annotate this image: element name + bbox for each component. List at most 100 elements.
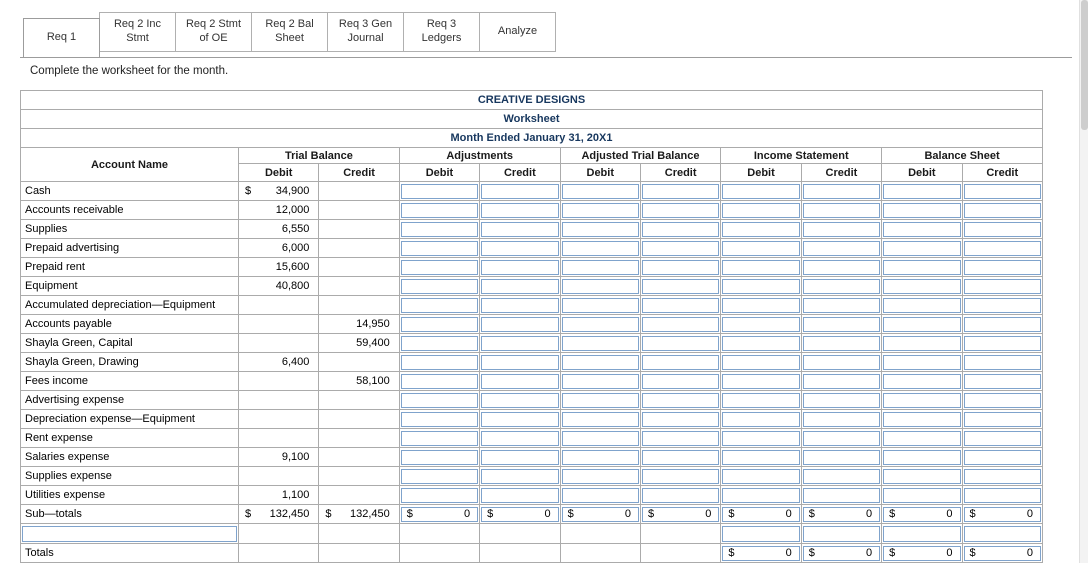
atb-credit-input[interactable]: [641, 449, 720, 465]
bs-credit-input[interactable]: [963, 202, 1041, 218]
scrollbar-thumb[interactable]: [1081, 0, 1088, 130]
is-debit-input[interactable]: $0: [722, 506, 800, 522]
atb-debit-input[interactable]: $0: [561, 506, 639, 522]
is-debit-input[interactable]: [722, 221, 800, 237]
bs-debit-input[interactable]: [883, 525, 961, 542]
adj-debit-input[interactable]: [400, 411, 479, 427]
atb-debit-input[interactable]: [561, 259, 639, 275]
atb-credit-input[interactable]: [641, 202, 720, 218]
atb-debit-input[interactable]: [561, 297, 639, 313]
atb-debit-input[interactable]: [561, 392, 639, 408]
atb-debit-input[interactable]: [561, 335, 639, 351]
bs-debit-input[interactable]: [883, 449, 961, 465]
bs-debit-input[interactable]: [883, 373, 961, 389]
adj-credit-input[interactable]: [481, 183, 559, 199]
bs-debit-input[interactable]: [883, 392, 961, 408]
atb-credit-input[interactable]: [641, 392, 720, 408]
atb-credit-input[interactable]: [641, 278, 720, 294]
bs-credit-input[interactable]: [963, 487, 1041, 503]
is-credit-input[interactable]: [802, 297, 881, 313]
is-debit-input[interactable]: [722, 259, 800, 275]
adj-credit-input[interactable]: [481, 278, 559, 294]
is-debit-input[interactable]: [722, 468, 800, 484]
is-credit-input[interactable]: [802, 202, 881, 218]
bs-credit-input[interactable]: [963, 259, 1041, 275]
is-credit-input[interactable]: [802, 259, 881, 275]
tab-req-2-inc-stmt[interactable]: Req 2 Inc Stmt: [99, 12, 176, 52]
is-credit-input[interactable]: [802, 392, 881, 408]
is-debit-input[interactable]: $0: [722, 545, 800, 561]
bs-debit-input[interactable]: [883, 240, 961, 256]
adj-debit-input[interactable]: [400, 392, 479, 408]
adj-credit-input[interactable]: [481, 259, 559, 275]
bs-credit-input[interactable]: [963, 354, 1041, 370]
atb-debit-input[interactable]: [561, 411, 639, 427]
is-debit-input[interactable]: [722, 202, 800, 218]
adj-debit-input[interactable]: [400, 259, 479, 275]
bs-credit-input[interactable]: $0: [963, 506, 1041, 522]
bs-credit-input[interactable]: [963, 392, 1041, 408]
adj-credit-input[interactable]: [481, 468, 559, 484]
adj-debit-input[interactable]: [400, 316, 479, 332]
atb-credit-input[interactable]: [641, 430, 720, 446]
atb-credit-input[interactable]: [641, 183, 720, 199]
is-credit-input[interactable]: [802, 316, 881, 332]
is-credit-input[interactable]: [802, 278, 881, 294]
atb-credit-input[interactable]: [641, 411, 720, 427]
adj-credit-input[interactable]: [481, 297, 559, 313]
atb-debit-input[interactable]: [561, 240, 639, 256]
is-credit-input[interactable]: [802, 525, 881, 542]
is-credit-input[interactable]: $0: [802, 545, 881, 561]
bs-credit-input[interactable]: [963, 468, 1041, 484]
adj-credit-input[interactable]: [481, 240, 559, 256]
is-debit-input[interactable]: [722, 335, 800, 351]
bs-debit-input[interactable]: [883, 335, 961, 351]
tab-req-2-stmt-of-oe[interactable]: Req 2 Stmt of OE: [175, 12, 252, 52]
atb-credit-input[interactable]: [641, 468, 720, 484]
atb-credit-input[interactable]: [641, 259, 720, 275]
bs-debit-input[interactable]: [883, 411, 961, 427]
is-credit-input[interactable]: $0: [802, 506, 881, 522]
is-debit-input[interactable]: [722, 487, 800, 503]
atb-debit-input[interactable]: [561, 487, 639, 503]
bs-debit-input[interactable]: [883, 430, 961, 446]
tab-req-2-bal-sheet[interactable]: Req 2 Bal Sheet: [251, 12, 328, 52]
bs-debit-input[interactable]: $0: [883, 545, 961, 561]
bs-debit-input[interactable]: [883, 183, 961, 199]
is-credit-input[interactable]: [802, 411, 881, 427]
adj-credit-input[interactable]: [481, 354, 559, 370]
atb-debit-input[interactable]: [561, 221, 639, 237]
bs-credit-input[interactable]: [963, 297, 1041, 313]
bs-debit-input[interactable]: [883, 278, 961, 294]
atb-debit-input[interactable]: [561, 449, 639, 465]
is-credit-input[interactable]: [802, 354, 881, 370]
bs-debit-input[interactable]: [883, 297, 961, 313]
bs-credit-input[interactable]: [963, 278, 1041, 294]
adj-credit-input[interactable]: [481, 449, 559, 465]
atb-credit-input[interactable]: [641, 297, 720, 313]
is-debit-input[interactable]: [722, 392, 800, 408]
bs-credit-input[interactable]: [963, 240, 1041, 256]
adj-credit-input[interactable]: [481, 202, 559, 218]
adj-debit-input[interactable]: [400, 278, 479, 294]
bs-credit-input[interactable]: [963, 183, 1041, 199]
adj-debit-input[interactable]: [400, 221, 479, 237]
vertical-scrollbar[interactable]: [1079, 0, 1088, 563]
is-debit-input[interactable]: [722, 183, 800, 199]
bs-debit-input[interactable]: [883, 354, 961, 370]
is-credit-input[interactable]: [802, 430, 881, 446]
bs-debit-input[interactable]: [883, 202, 961, 218]
adj-debit-input[interactable]: [400, 240, 479, 256]
adj-debit-input[interactable]: [400, 335, 479, 351]
is-debit-input[interactable]: [722, 278, 800, 294]
is-debit-input[interactable]: [722, 354, 800, 370]
atb-debit-input[interactable]: [561, 202, 639, 218]
atb-credit-input[interactable]: [641, 316, 720, 332]
adj-debit-input[interactable]: [400, 449, 479, 465]
adj-debit-input[interactable]: [400, 354, 479, 370]
adj-debit-input[interactable]: [400, 202, 479, 218]
atb-debit-input[interactable]: [561, 354, 639, 370]
adj-debit-input[interactable]: [400, 430, 479, 446]
is-debit-input[interactable]: [722, 449, 800, 465]
adj-credit-input[interactable]: [481, 221, 559, 237]
